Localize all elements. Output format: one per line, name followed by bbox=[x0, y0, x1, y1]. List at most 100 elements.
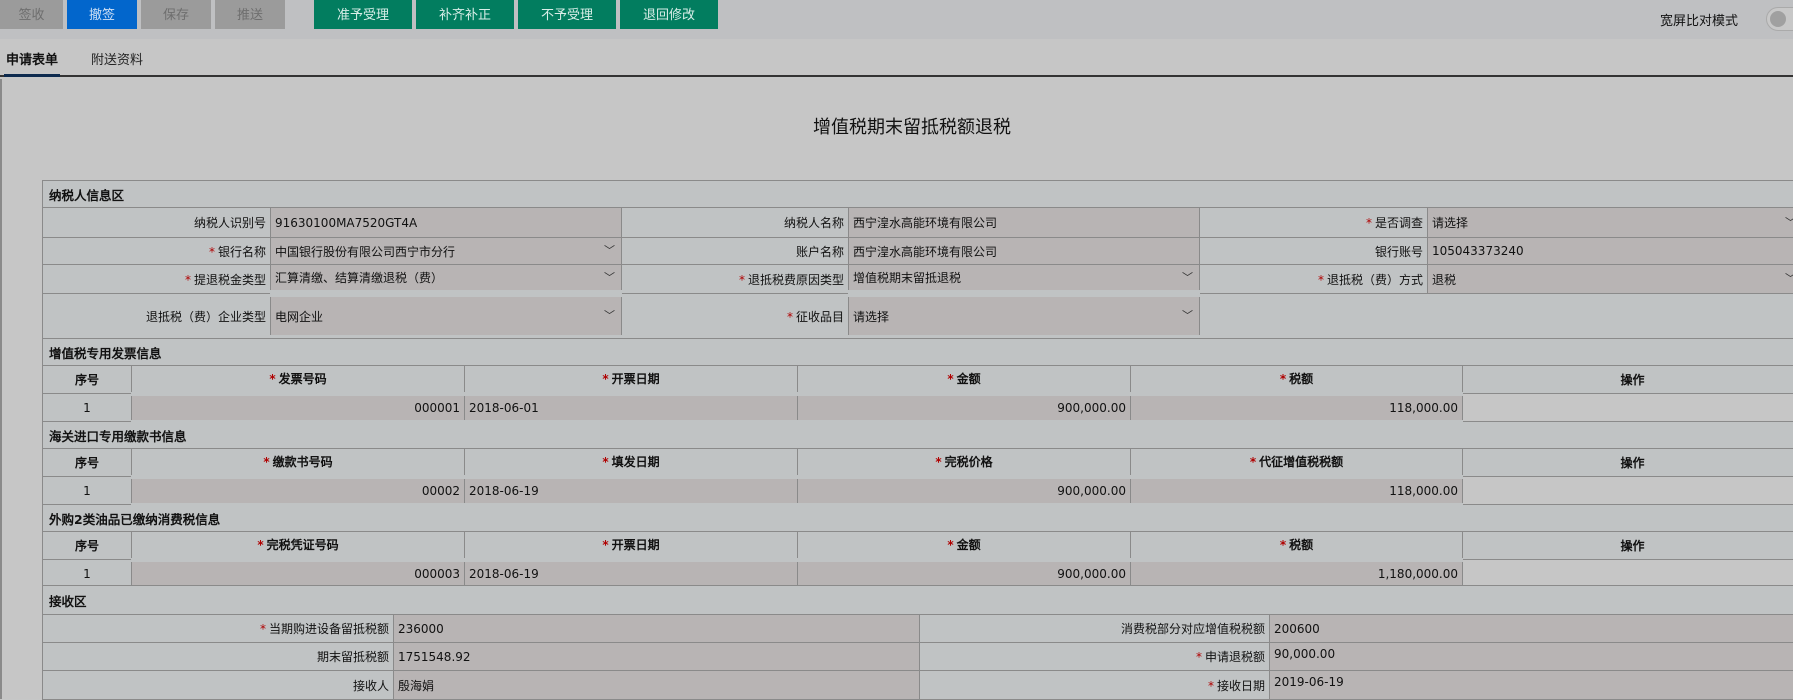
amount-input[interactable]: 900,000.00 bbox=[798, 394, 1131, 422]
field-label: 银行账号 bbox=[1200, 238, 1428, 265]
refund-tax-type-select[interactable]: 汇算清缴、结算清缴退税（费）﹀ bbox=[271, 265, 622, 294]
consumption-vat-field[interactable]: 200600 bbox=[1270, 615, 1793, 643]
sign-button[interactable]: 签收 bbox=[0, 0, 63, 29]
levy-item-select[interactable]: 请选择﹀ bbox=[849, 294, 1200, 339]
column-header: 序号 bbox=[43, 366, 132, 394]
return-button[interactable]: 退回修改 bbox=[620, 0, 718, 29]
toolbar: 签收 撤签 保存 推送 准予受理 补齐补正 不予受理 退回修改 宽屏比对模式 bbox=[0, 0, 1793, 39]
field-label: *银行名称 bbox=[43, 238, 271, 265]
section-title: 纳税人信息区 bbox=[43, 181, 1793, 208]
chevron-down-icon: ﹀ bbox=[604, 242, 615, 258]
investigate-select[interactable]: 请选择﹀ bbox=[1428, 208, 1793, 238]
required-star: * bbox=[602, 455, 608, 469]
column-header: *缴款书号码 bbox=[132, 449, 465, 477]
field-label: 期末留抵税额 bbox=[43, 643, 394, 671]
required-star: * bbox=[602, 538, 608, 552]
chevron-down-icon: ﹀ bbox=[1182, 269, 1193, 285]
field-label: *当期购进设备留抵税额 bbox=[43, 615, 394, 643]
chevron-down-icon: ﹀ bbox=[604, 307, 615, 323]
accept-button[interactable]: 准予受理 bbox=[314, 0, 412, 29]
equipment-credit-field[interactable]: 236000 bbox=[394, 615, 920, 643]
field-label: *提退税金类型 bbox=[43, 265, 271, 294]
reject-button[interactable]: 不予受理 bbox=[518, 0, 616, 29]
taxpayer-name-field[interactable]: 西宁湟水高能环境有限公司 bbox=[849, 208, 1200, 238]
section-title: 增值税专用发票信息 bbox=[43, 339, 1793, 366]
refund-method-select[interactable]: 退税﹀ bbox=[1428, 265, 1793, 294]
field-label: *征收品目 bbox=[622, 294, 849, 339]
amount-input[interactable]: 900,000.00 bbox=[798, 477, 1131, 505]
row-index: 1 bbox=[43, 394, 132, 422]
field-label: *接收日期 bbox=[920, 671, 1270, 700]
field-label: 纳税人名称 bbox=[622, 208, 849, 238]
account-name-field[interactable]: 西宁湟水高能环境有限公司 bbox=[849, 238, 1200, 265]
wide-mode-label: 宽屏比对模式 bbox=[1660, 10, 1738, 29]
enterprise-type-select[interactable]: 电网企业﹀ bbox=[271, 294, 622, 339]
tab-attachments[interactable]: 附送资料 bbox=[91, 49, 143, 68]
receiver-field[interactable]: 殷海娟 bbox=[394, 671, 920, 700]
date-input[interactable]: 2018-06-19 bbox=[465, 477, 798, 505]
supplement-button[interactable]: 补齐补正 bbox=[416, 0, 514, 29]
required-star: * bbox=[947, 538, 953, 552]
operation-cell bbox=[1463, 560, 1793, 588]
field-label: *退抵税（费）方式 bbox=[1200, 265, 1428, 294]
tab-bar: 申请表单 附送资料 bbox=[0, 39, 1793, 77]
required-star: * bbox=[935, 455, 941, 469]
date-input[interactable]: 2018-06-19 bbox=[465, 560, 798, 588]
push-button[interactable]: 推送 bbox=[215, 0, 285, 29]
section-title: 接收区 bbox=[43, 586, 1793, 615]
required-star: * bbox=[263, 455, 269, 469]
column-header: *填发日期 bbox=[465, 449, 798, 477]
section-title: 外购2类油品已缴纳消费税信息 bbox=[43, 505, 1793, 532]
column-header: 操作 bbox=[1463, 449, 1793, 477]
field-label: *退抵税费原因类型 bbox=[622, 265, 849, 294]
taxpayer-id-field[interactable]: 91630100MA7520GT4A bbox=[271, 208, 622, 238]
unsign-button[interactable]: 撤签 bbox=[67, 0, 137, 29]
field-label: 账户名称 bbox=[622, 238, 849, 265]
refund-amount-input[interactable]: 90,000.00 bbox=[1270, 643, 1793, 671]
ending-credit-field[interactable]: 1751548.92 bbox=[394, 643, 920, 671]
chevron-down-icon: ﹀ bbox=[604, 269, 615, 285]
tab-application-form[interactable]: 申请表单 bbox=[6, 49, 58, 68]
wide-mode-toggle[interactable] bbox=[1766, 7, 1793, 31]
column-header: *发票号码 bbox=[132, 366, 465, 394]
tax-input[interactable]: 1,180,000.00 bbox=[1131, 560, 1463, 588]
form-content: 增值税期末留抵税额退税 纳税人信息区 纳税人识别号 91630100MA7520… bbox=[0, 79, 1793, 699]
column-header: *代征增值税税额 bbox=[1131, 449, 1463, 477]
column-header: *完税凭证号码 bbox=[132, 532, 465, 560]
empty-cell bbox=[1200, 294, 1793, 339]
receive-date-input[interactable]: 2019-06-19 bbox=[1270, 671, 1793, 700]
page-title: 增值税期末留抵税额退税 bbox=[2, 113, 1793, 139]
table-row: 10000012018-06-01900,000.00118,000.00 bbox=[43, 394, 1793, 422]
bank-account-field[interactable]: 105043373240 bbox=[1428, 238, 1793, 265]
invoice-tables: 增值税专用发票信息序号*发票号码*开票日期*金额*税额操作10000012018… bbox=[42, 338, 1793, 590]
bank-name-select[interactable]: 中国银行股份有限公司西宁市分行﹀ bbox=[271, 238, 622, 265]
column-header: *金额 bbox=[798, 366, 1131, 394]
field-label: 退抵税（费）企业类型 bbox=[43, 294, 271, 339]
number-input[interactable]: 00002 bbox=[132, 477, 465, 505]
field-label: *是否调查 bbox=[1200, 208, 1428, 238]
required-star: * bbox=[947, 372, 953, 386]
field-label: 接收人 bbox=[43, 671, 394, 700]
chevron-down-icon: ﹀ bbox=[1785, 270, 1793, 286]
date-input[interactable]: 2018-06-01 bbox=[465, 394, 798, 422]
tax-input[interactable]: 118,000.00 bbox=[1131, 477, 1463, 505]
chevron-down-icon: ﹀ bbox=[1785, 214, 1793, 230]
required-star: * bbox=[1280, 372, 1286, 386]
refund-reason-select[interactable]: 增值税期末留抵退税﹀ bbox=[849, 265, 1200, 294]
amount-input[interactable]: 900,000.00 bbox=[798, 560, 1131, 588]
table-row: 10000032018-06-19900,000.001,180,000.00 bbox=[43, 560, 1793, 588]
toggle-knob bbox=[1770, 11, 1786, 27]
number-input[interactable]: 000001 bbox=[132, 394, 465, 422]
column-header: *开票日期 bbox=[465, 532, 798, 560]
required-star: * bbox=[269, 372, 275, 386]
save-button[interactable]: 保存 bbox=[141, 0, 211, 29]
column-header: *税额 bbox=[1131, 366, 1463, 394]
column-header: *金额 bbox=[798, 532, 1131, 560]
taxpayer-info-table: 纳税人信息区 纳税人识别号 91630100MA7520GT4A 纳税人名称 西… bbox=[42, 180, 1793, 342]
table-row: 1000022018-06-19900,000.00118,000.00 bbox=[43, 477, 1793, 505]
table-header-row: 序号*缴款书号码*填发日期*完税价格*代征增值税税额操作 bbox=[43, 449, 1793, 477]
tax-input[interactable]: 118,000.00 bbox=[1131, 394, 1463, 422]
table-header-row: 序号*完税凭证号码*开票日期*金额*税额操作 bbox=[43, 532, 1793, 560]
column-header: 操作 bbox=[1463, 366, 1793, 394]
number-input[interactable]: 000003 bbox=[132, 560, 465, 588]
